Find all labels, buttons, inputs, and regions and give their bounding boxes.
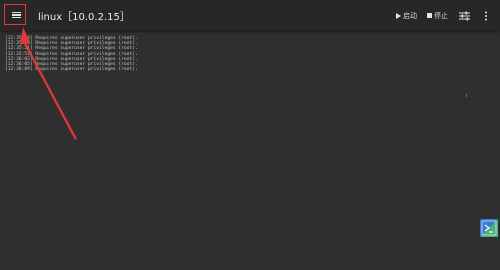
console-line: [12:35:31] Requires superuser privileges… <box>5 46 138 52</box>
hamburger-menu-icon <box>11 11 21 19</box>
scroll-indicator <box>466 94 467 97</box>
more-vertical-icon <box>485 11 487 20</box>
start-button[interactable]: 启动 <box>396 11 417 21</box>
menu-button[interactable] <box>6 5 26 25</box>
corner-app-button[interactable] <box>480 219 498 237</box>
app-window: linux［10.0.2.15］ 启动 停止 [12:35:24] Requir… <box>0 0 500 270</box>
app-shortcut-icon <box>480 219 498 237</box>
page-title: linux［10.0.2.15］ <box>38 12 130 23</box>
start-label: 启动 <box>403 11 417 20</box>
more-button[interactable] <box>480 10 492 22</box>
sliders-icon <box>458 11 470 20</box>
stop-label: 停止 <box>434 11 448 20</box>
stop-icon <box>427 13 432 18</box>
toolbar-actions: 启动 停止 <box>386 7 492 24</box>
console-output: [12:35:24] Requires superuser privileges… <box>5 36 138 72</box>
play-icon <box>396 12 401 19</box>
stop-button[interactable]: 停止 <box>427 11 448 21</box>
settings-button[interactable] <box>458 10 470 22</box>
console-line: [12:36:09] Requires superuser privileges… <box>5 67 138 73</box>
top-toolbar: linux［10.0.2.15］ 启动 停止 <box>0 0 500 31</box>
